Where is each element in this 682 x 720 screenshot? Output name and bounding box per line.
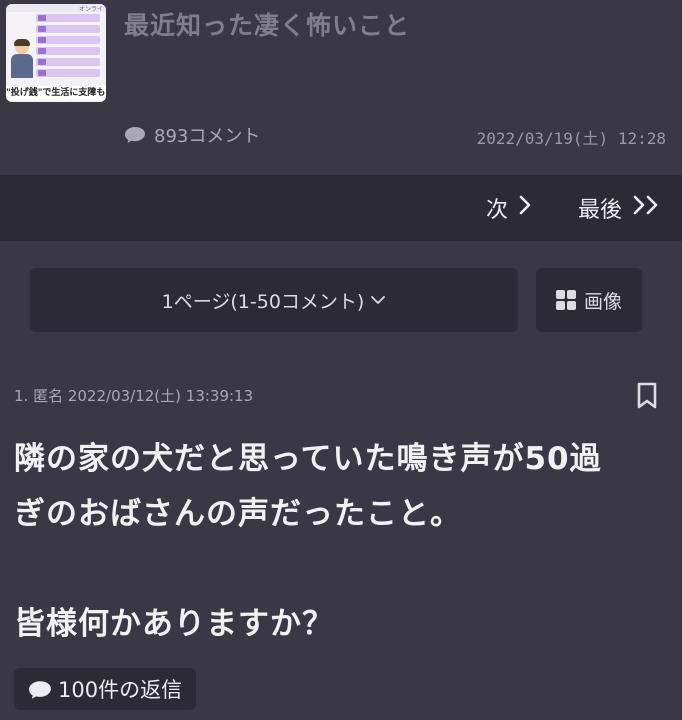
- double-chevron-right-icon: [632, 194, 662, 222]
- post-meta: 1. 匿名 2022/03/12(土) 13:39:13: [14, 387, 254, 405]
- image-button-label: 画像: [583, 290, 622, 313]
- chevron-down-icon: [370, 289, 386, 311]
- next-label: 次: [486, 198, 509, 223]
- grid-icon: [555, 290, 576, 310]
- page-range-label: 1ページ(1-50コメント): [161, 290, 365, 313]
- thumbnail-rows: [36, 14, 100, 80]
- last-label: 最後: [578, 198, 623, 223]
- comment-bubble-icon: [28, 680, 51, 699]
- image-view-button[interactable]: 画像: [536, 268, 642, 332]
- pager-bar: 次 最後: [0, 175, 682, 241]
- reply-count-label: 100件の返信: [58, 678, 183, 702]
- next-page-link[interactable]: 次: [486, 192, 532, 224]
- thumbnail-header: オンライ: [6, 4, 106, 13]
- topic-title[interactable]: 最近知った凄く怖いこと: [124, 6, 410, 42]
- topic-comment-count: 893コメント: [124, 122, 260, 148]
- thumbnail-person-illustration: [10, 39, 34, 80]
- bookmark-icon[interactable]: [636, 382, 658, 410]
- thumbnail-caption: "投げ銭"で生活に支障も: [6, 86, 106, 100]
- topic-date: 2022/03/19(土) 12:28: [476, 129, 666, 148]
- comment-count-text: 893コメント: [154, 126, 261, 147]
- page-range-select[interactable]: 1ページ(1-50コメント): [30, 268, 518, 332]
- comment-bubble-icon: [124, 126, 146, 144]
- last-page-link[interactable]: 最後: [578, 192, 662, 224]
- post-body: 隣の家の犬だと思っていた鳴き声が50過 ぎのおばさんの声だったこと。 皆様何かあ…: [14, 432, 664, 652]
- post-line: 隣の家の犬だと思っていた鳴き声が50過: [14, 441, 602, 477]
- replies-button[interactable]: 100件の返信: [14, 668, 197, 710]
- topic-thumbnail[interactable]: オンライ "投げ銭"で生活に支障も: [6, 4, 106, 102]
- topic-card[interactable]: オンライ "投げ銭"で生活に支障も 最近知った凄く怖いこと 893コメント 20…: [0, 0, 682, 175]
- post-line: 皆様何かありますか？: [14, 606, 334, 642]
- post-line: ぎのおばさんの声だったこと。: [14, 496, 462, 532]
- chevron-right-icon: [518, 194, 532, 222]
